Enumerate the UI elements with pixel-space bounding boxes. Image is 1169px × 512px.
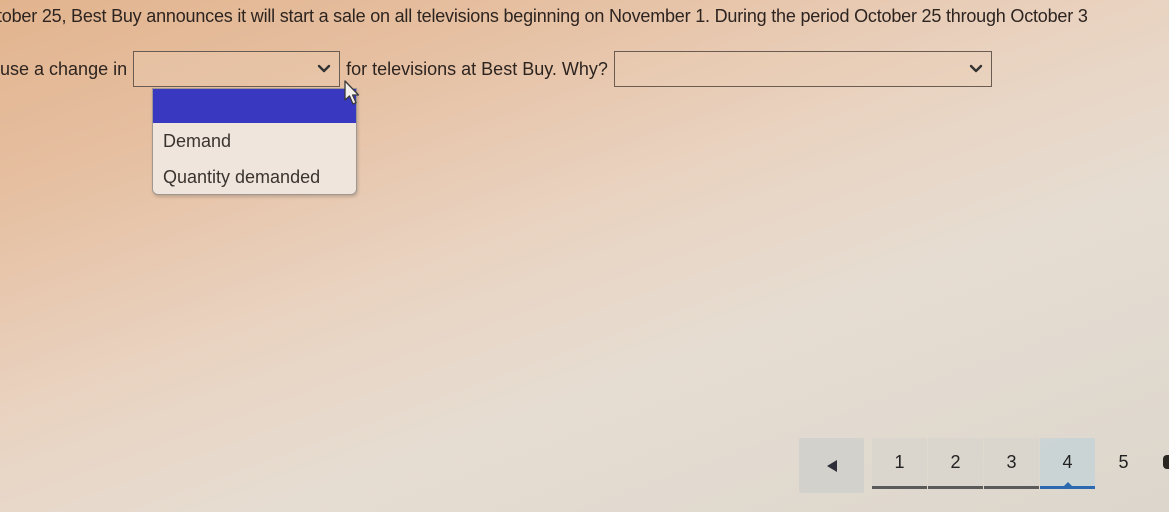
sentence-prefix: use a change in [0, 58, 128, 79]
change-type-dropdown-menu: Demand Quantity demanded [152, 88, 357, 195]
page-number: 3 [1006, 451, 1017, 472]
page-4-button[interactable]: 4 [1040, 438, 1095, 489]
dropdown-option-quantity-demanded[interactable]: Quantity demanded [153, 159, 356, 194]
question-text: tober 25, Best Buy announces it will sta… [0, 6, 1088, 26]
page-2-button[interactable]: 2 [928, 438, 983, 489]
reason-select[interactable] [613, 51, 992, 87]
dropdown-option-blank[interactable] [153, 89, 356, 123]
triangle-left-icon [826, 459, 837, 472]
chevron-down-icon [969, 64, 983, 73]
page-progress-bar [984, 486, 1039, 489]
previous-page-button[interactable] [799, 438, 864, 493]
page-number: 1 [894, 451, 905, 472]
page-1-button[interactable]: 1 [872, 438, 927, 489]
answer-sentence: use a change in for televisions at Best … [0, 50, 992, 88]
page-5-button[interactable]: 5 [1096, 438, 1151, 486]
next-page-edge-icon[interactable] [1163, 455, 1169, 469]
mouse-pointer-icon [344, 80, 360, 105]
page-number: 5 [1118, 451, 1129, 472]
change-type-select[interactable] [133, 51, 341, 87]
page-3-button[interactable]: 3 [984, 438, 1039, 489]
sentence-middle: for televisions at Best Buy. Why? [346, 58, 608, 79]
chevron-down-icon [317, 64, 331, 73]
page-number: 4 [1062, 451, 1073, 472]
question-pagination: 1 2 3 4 5 [799, 438, 1152, 494]
current-page-indicator [1040, 482, 1095, 489]
page-progress-bar [928, 486, 983, 489]
page-progress-bar [872, 486, 927, 489]
page-number: 2 [950, 451, 961, 472]
dropdown-option-demand[interactable]: Demand [153, 123, 356, 159]
